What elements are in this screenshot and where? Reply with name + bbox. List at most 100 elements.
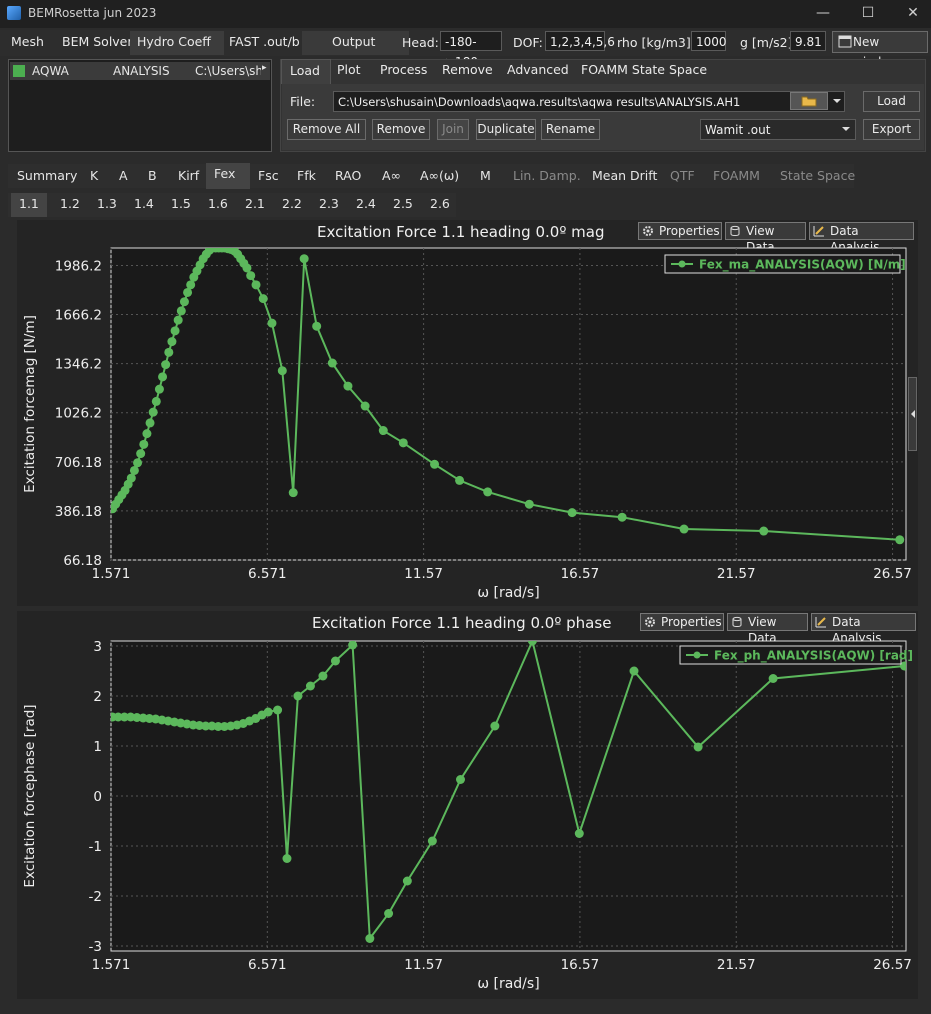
data-point[interactable]: [330, 656, 340, 666]
tab-kirf[interactable]: Kirf: [170, 165, 207, 189]
data-point[interactable]: [617, 512, 627, 522]
tab-dof-1-3[interactable]: 1.3: [89, 193, 125, 217]
tab-ffk[interactable]: Ffk: [289, 165, 324, 189]
data-point[interactable]: [136, 449, 146, 459]
maximize-icon[interactable]: ☐: [853, 3, 883, 25]
tab-hydro-coeff[interactable]: Hydro Coeff: [130, 31, 224, 55]
tab-a[interactable]: A: [111, 165, 136, 189]
data-point[interactable]: [154, 384, 164, 394]
tab-remove[interactable]: Remove: [434, 59, 501, 83]
remove-all-button[interactable]: Remove All: [287, 119, 366, 140]
data-point[interactable]: [161, 360, 171, 370]
tab-fex[interactable]: Fex: [206, 163, 250, 189]
data-point[interactable]: [759, 526, 769, 536]
data-point[interactable]: [524, 499, 534, 509]
list-item[interactable]: AQWA ANALYSIS C:\Users\shu ▸: [10, 62, 270, 80]
duplicate-button[interactable]: Duplicate: [476, 119, 536, 140]
minimize-icon[interactable]: —: [808, 3, 838, 25]
data-point[interactable]: [490, 721, 500, 731]
data-point[interactable]: [158, 372, 168, 382]
data-point[interactable]: [327, 358, 337, 368]
data-point[interactable]: [267, 318, 277, 328]
file-dropdown-arrow[interactable]: [830, 92, 844, 110]
data-point[interactable]: [186, 280, 196, 290]
data-point[interactable]: [167, 337, 177, 347]
data-point[interactable]: [263, 707, 273, 717]
tab-summary[interactable]: Summary: [9, 165, 85, 189]
data-point[interactable]: [242, 263, 252, 273]
data-point[interactable]: [398, 438, 408, 448]
data-point[interactable]: [427, 836, 437, 846]
data-point[interactable]: [142, 429, 152, 439]
data-point[interactable]: [455, 475, 465, 485]
tab-a-inf[interactable]: A∞: [374, 165, 409, 189]
data-point[interactable]: [343, 381, 353, 391]
data-point[interactable]: [430, 459, 440, 469]
data-point[interactable]: [173, 315, 183, 325]
tab-mesh[interactable]: Mesh: [4, 31, 51, 55]
data-point[interactable]: [282, 854, 292, 863]
tab-dof-1-2[interactable]: 1.2: [52, 193, 88, 217]
data-point[interactable]: [170, 326, 180, 336]
data-point[interactable]: [348, 641, 358, 650]
model-list[interactable]: AQWA ANALYSIS C:\Users\shu ▸: [8, 59, 272, 152]
data-point[interactable]: [483, 487, 493, 497]
data-point[interactable]: [360, 401, 370, 411]
export-format-select[interactable]: Wamit .out: [700, 119, 856, 140]
data-point[interactable]: [126, 473, 136, 483]
tab-load[interactable]: Load: [281, 59, 331, 84]
dof-field[interactable]: 1,2,3,4,5,6: [545, 31, 615, 51]
browse-folder-button[interactable]: [790, 92, 828, 110]
tab-dof-2-3[interactable]: 2.3: [311, 193, 347, 217]
tab-state-space[interactable]: State Space: [772, 165, 863, 189]
data-point[interactable]: [574, 829, 584, 838]
data-point[interactable]: [378, 426, 388, 436]
data-point[interactable]: [768, 674, 778, 683]
tab-dof-2-1[interactable]: 2.1: [237, 193, 273, 217]
data-point[interactable]: [246, 271, 256, 281]
rho-field[interactable]: 1000: [691, 31, 727, 51]
data-point[interactable]: [179, 297, 189, 307]
remove-button[interactable]: Remove: [372, 119, 430, 140]
close-icon[interactable]: ✕: [898, 3, 928, 25]
tab-process[interactable]: Process: [372, 59, 435, 83]
data-point[interactable]: [693, 742, 703, 752]
tab-fsc[interactable]: Fsc: [250, 165, 287, 189]
data-point[interactable]: [293, 691, 303, 701]
tab-foamm[interactable]: FOAMM: [705, 165, 768, 189]
panel-splitter-handle[interactable]: [908, 377, 917, 451]
data-point[interactable]: [455, 775, 465, 784]
data-point[interactable]: [273, 705, 283, 715]
data-point[interactable]: [567, 508, 577, 518]
data-point[interactable]: [164, 347, 174, 357]
data-point[interactable]: [145, 418, 155, 428]
export-button[interactable]: Export: [863, 119, 920, 140]
tab-plot[interactable]: Plot: [329, 59, 369, 83]
tab-dof-1-4[interactable]: 1.4: [126, 193, 162, 217]
data-point[interactable]: [133, 458, 143, 468]
file-path-field[interactable]: C:\Users\shusain\Downloads\aqwa.results\…: [333, 91, 845, 112]
data-point[interactable]: [139, 439, 149, 449]
tab-fast-out[interactable]: FAST .out/b: [222, 31, 307, 55]
data-point[interactable]: [527, 637, 537, 646]
tab-dof-1-1[interactable]: 1.1: [11, 193, 47, 217]
data-point[interactable]: [251, 280, 261, 290]
tab-output[interactable]: Output: [302, 31, 409, 55]
data-point[interactable]: [151, 396, 161, 406]
load-button[interactable]: Load: [863, 91, 920, 112]
data-point[interactable]: [679, 524, 689, 534]
data-point[interactable]: [312, 321, 322, 331]
tab-dof-2-4[interactable]: 2.4: [348, 193, 384, 217]
tab-b[interactable]: B: [140, 165, 165, 189]
tab-lin-damp[interactable]: Lin. Damp.: [505, 165, 589, 189]
tab-dof-2-5[interactable]: 2.5: [385, 193, 421, 217]
tab-a-inf-w[interactable]: A∞(ω): [412, 165, 467, 189]
head-field[interactable]: -180->180: [440, 31, 502, 69]
data-point[interactable]: [895, 535, 905, 545]
data-point[interactable]: [277, 366, 287, 376]
tab-bem-solver[interactable]: BEM Solver: [55, 31, 140, 55]
data-point[interactable]: [299, 254, 309, 264]
tab-m[interactable]: M: [472, 165, 499, 189]
g-field[interactable]: 9.81: [790, 31, 826, 51]
tab-rao[interactable]: RAO: [327, 165, 369, 189]
